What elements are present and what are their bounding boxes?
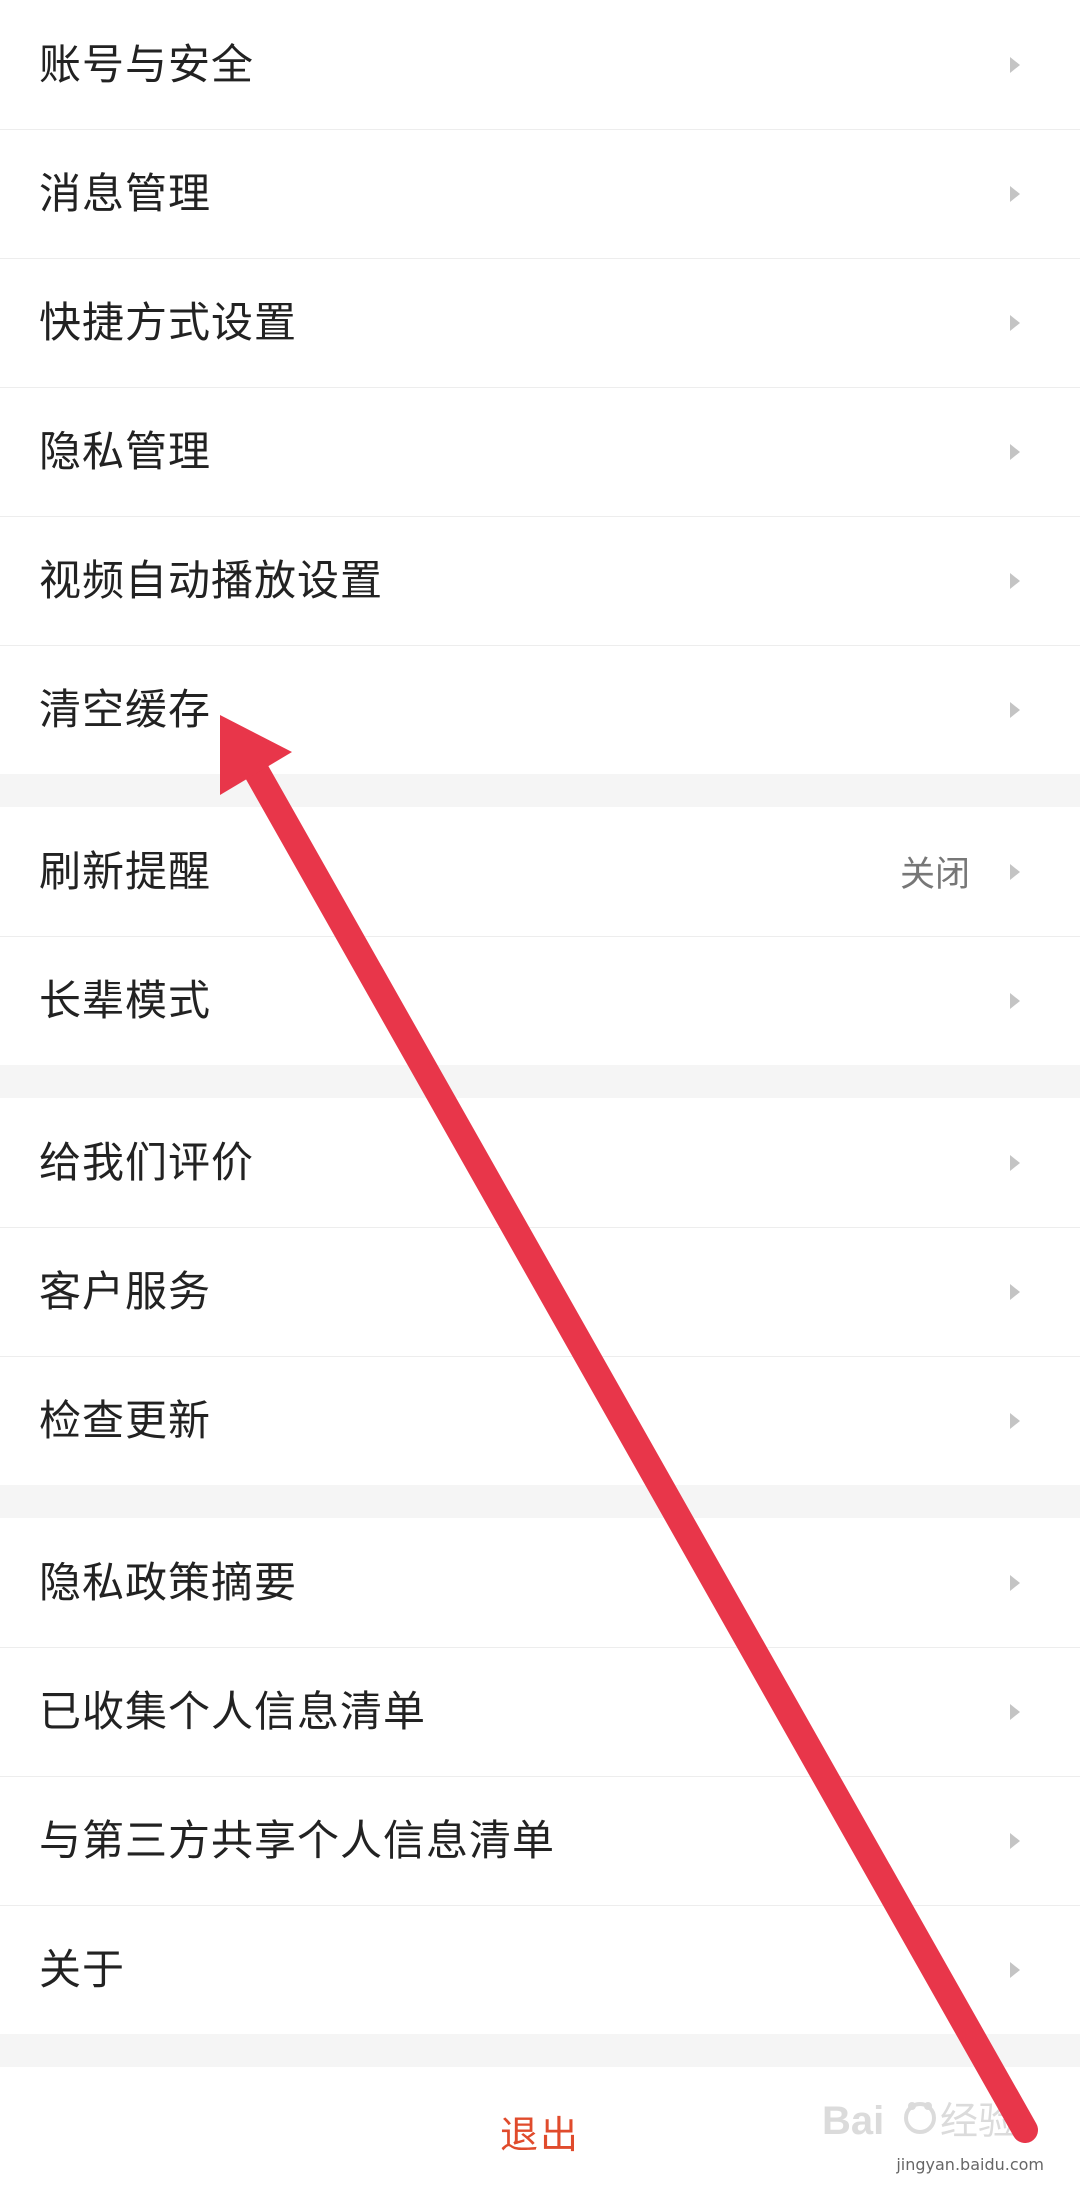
row-third-party-sharing-list[interactable]: 与第三方共享个人信息清单	[0, 1776, 1080, 1905]
svg-text:Bai: Bai	[822, 2099, 884, 2143]
row-shortcut-settings[interactable]: 快捷方式设置	[0, 258, 1080, 387]
row-label: 刷新提醒	[39, 846, 212, 896]
row-label: 隐私政策摘要	[39, 1557, 298, 1607]
row-label: 隐私管理	[39, 426, 212, 476]
section-divider	[0, 774, 1080, 807]
row-label: 消息管理	[39, 168, 212, 218]
row-privacy-management[interactable]: 隐私管理	[0, 387, 1080, 516]
row-collected-info-list[interactable]: 已收集个人信息清单	[0, 1647, 1080, 1776]
chevron-right-icon	[1008, 861, 1022, 883]
chevron-right-icon	[1008, 1410, 1022, 1432]
row-elder-mode[interactable]: 长辈模式	[0, 936, 1080, 1065]
logout-section: 退出 Bai 经验 jingyan.baidu.com	[0, 2067, 1080, 2196]
logout-button[interactable]: 退出	[500, 2104, 580, 2159]
chevron-right-icon	[1008, 183, 1022, 205]
row-customer-service[interactable]: 客户服务	[0, 1227, 1080, 1356]
row-account-security[interactable]: 账号与安全	[0, 0, 1080, 129]
row-label: 客户服务	[39, 1266, 212, 1316]
chevron-right-icon	[1008, 441, 1022, 463]
row-check-update[interactable]: 检查更新	[0, 1356, 1080, 1485]
chevron-right-icon	[1008, 570, 1022, 592]
row-label: 长辈模式	[39, 975, 212, 1025]
row-refresh-reminder[interactable]: 刷新提醒 关闭	[0, 807, 1080, 936]
row-label: 关于	[39, 1944, 126, 1994]
chevron-right-icon	[1008, 1281, 1022, 1303]
section-divider	[0, 1065, 1080, 1098]
chevron-right-icon	[1008, 54, 1022, 76]
settings-group-support: 给我们评价 客户服务 检查更新	[0, 1098, 1080, 1485]
row-value: 关闭	[899, 855, 970, 895]
chevron-right-icon	[1008, 312, 1022, 334]
settings-group-privacy: 隐私政策摘要 已收集个人信息清单 与第三方共享个人信息清单 关于	[0, 1518, 1080, 2034]
row-label: 视频自动播放设置	[39, 555, 384, 605]
section-divider	[0, 2034, 1080, 2067]
settings-page: 账号与安全 消息管理 快捷方式设置 隐私管理 视频自动播放设置 清空缓存 刷新提…	[0, 0, 1080, 2196]
row-video-autoplay[interactable]: 视频自动播放设置	[0, 516, 1080, 645]
row-label: 给我们评价	[39, 1137, 255, 1187]
row-label: 清空缓存	[39, 684, 212, 734]
row-clear-cache[interactable]: 清空缓存	[0, 645, 1080, 774]
row-rate-us[interactable]: 给我们评价	[0, 1098, 1080, 1227]
row-label: 快捷方式设置	[39, 297, 298, 347]
section-divider	[0, 1485, 1080, 1518]
watermark-url: jingyan.baidu.com	[896, 2155, 1044, 2174]
row-about[interactable]: 关于	[0, 1905, 1080, 2034]
svg-text:经验: 经验	[940, 2099, 1016, 2143]
row-label: 账号与安全	[39, 39, 255, 89]
chevron-right-icon	[1008, 1152, 1022, 1174]
row-label: 已收集个人信息清单	[39, 1686, 427, 1736]
chevron-right-icon	[1008, 699, 1022, 721]
chevron-right-icon	[1008, 1830, 1022, 1852]
row-label: 与第三方共享个人信息清单	[39, 1815, 556, 1865]
row-privacy-policy-summary[interactable]: 隐私政策摘要	[0, 1518, 1080, 1647]
settings-group-account: 账号与安全 消息管理 快捷方式设置 隐私管理 视频自动播放设置 清空缓存	[0, 0, 1080, 774]
chevron-right-icon	[1008, 990, 1022, 1012]
settings-group-display: 刷新提醒 关闭 长辈模式	[0, 807, 1080, 1065]
chevron-right-icon	[1008, 1701, 1022, 1723]
row-label: 检查更新	[39, 1395, 212, 1445]
chevron-right-icon	[1008, 1572, 1022, 1594]
row-message-management[interactable]: 消息管理	[0, 129, 1080, 258]
chevron-right-icon	[1008, 1959, 1022, 1981]
